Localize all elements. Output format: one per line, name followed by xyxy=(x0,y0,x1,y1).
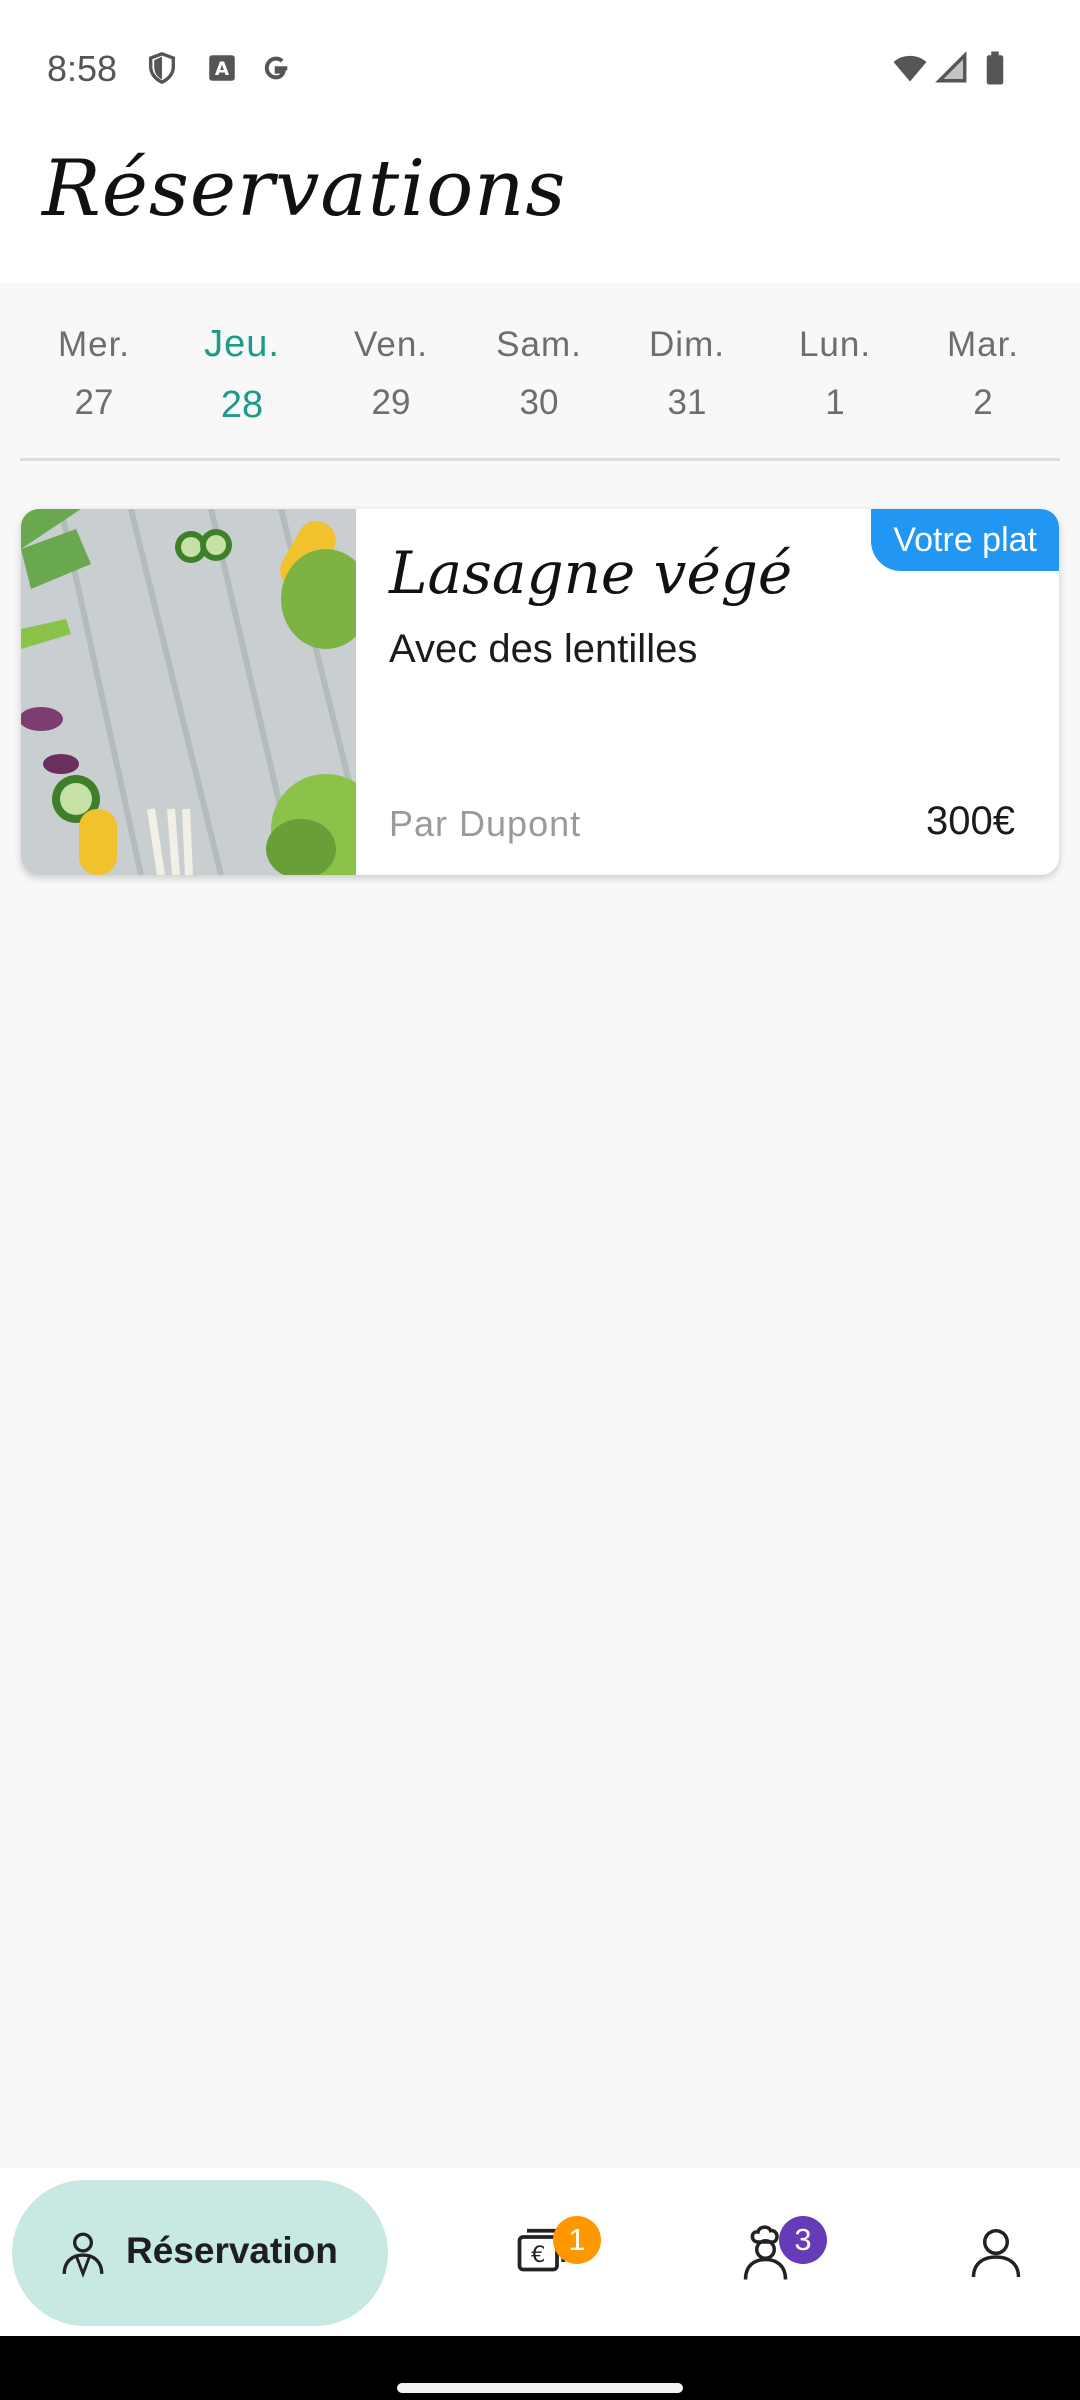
day-tab-selected[interactable]: Jeu. 28 xyxy=(182,323,302,427)
day-name: Jeu. xyxy=(204,323,280,365)
status-bar: 8:58 A xyxy=(0,0,1080,138)
wifi-icon xyxy=(890,50,930,86)
battery-icon xyxy=(980,50,1010,86)
day-number: 29 xyxy=(371,383,411,422)
chefs-badge: 3 xyxy=(779,2216,827,2264)
day-number: 31 xyxy=(667,383,707,422)
day-number: 1 xyxy=(825,383,845,422)
diner-icon xyxy=(58,2228,108,2278)
divider xyxy=(20,458,1060,461)
day-tab[interactable]: Sam. 30 xyxy=(479,325,599,423)
nav-reservation[interactable]: Réservation xyxy=(12,2180,388,2326)
day-tab[interactable]: Dim. 31 xyxy=(627,325,747,423)
day-selector: Mer. 27 Jeu. 28 Ven. 29 Sam. 30 Dim. 31 … xyxy=(0,283,1080,458)
person-icon xyxy=(971,2229,1021,2278)
svg-text:A: A xyxy=(215,59,230,80)
dish-chef: Par Dupont xyxy=(389,803,582,844)
dish-subtitle: Avec des lentilles xyxy=(389,627,698,671)
payments-badge: 1 xyxy=(553,2216,601,2264)
day-tab[interactable]: Lun. 1 xyxy=(775,325,895,423)
day-tab[interactable]: Mer. 27 xyxy=(34,325,154,423)
dish-price: 300€ xyxy=(926,799,1015,843)
svg-text:€: € xyxy=(531,2242,545,2268)
day-name: Ven. xyxy=(353,325,429,364)
dish-image xyxy=(21,509,356,875)
status-time: 8:58 xyxy=(47,48,118,89)
day-name: Sam. xyxy=(496,325,582,364)
day-tab[interactable]: Mar. 2 xyxy=(923,325,1043,423)
dish-card[interactable]: Votre plat Lasagne végé Avec des lentill… xyxy=(21,509,1059,875)
day-name: Mar. xyxy=(946,325,1020,364)
page-title: Réservations xyxy=(42,144,567,234)
signal-icon xyxy=(935,50,969,86)
day-tab[interactable]: Ven. 29 xyxy=(331,325,451,423)
home-gesture-handle[interactable] xyxy=(397,2383,683,2393)
day-number: 30 xyxy=(519,383,559,422)
nav-reservation-label: Réservation xyxy=(126,2230,338,2271)
day-number: 2 xyxy=(973,383,993,422)
dish-name: Lasagne végé xyxy=(389,539,793,607)
text-a-icon: A xyxy=(205,50,239,86)
day-name: Lun. xyxy=(798,325,872,364)
shield-icon xyxy=(145,50,179,86)
nav-profile[interactable] xyxy=(966,2222,1026,2282)
day-name: Dim. xyxy=(649,325,725,364)
day-number: 28 xyxy=(220,384,264,426)
day-number: 27 xyxy=(74,383,114,422)
header: Réservations xyxy=(0,138,1080,283)
day-name: Mer. xyxy=(57,325,131,364)
bottom-nav: Réservation € 1 3 xyxy=(0,2168,1080,2336)
google-g-icon xyxy=(259,50,293,86)
your-dish-badge: Votre plat xyxy=(871,509,1059,571)
